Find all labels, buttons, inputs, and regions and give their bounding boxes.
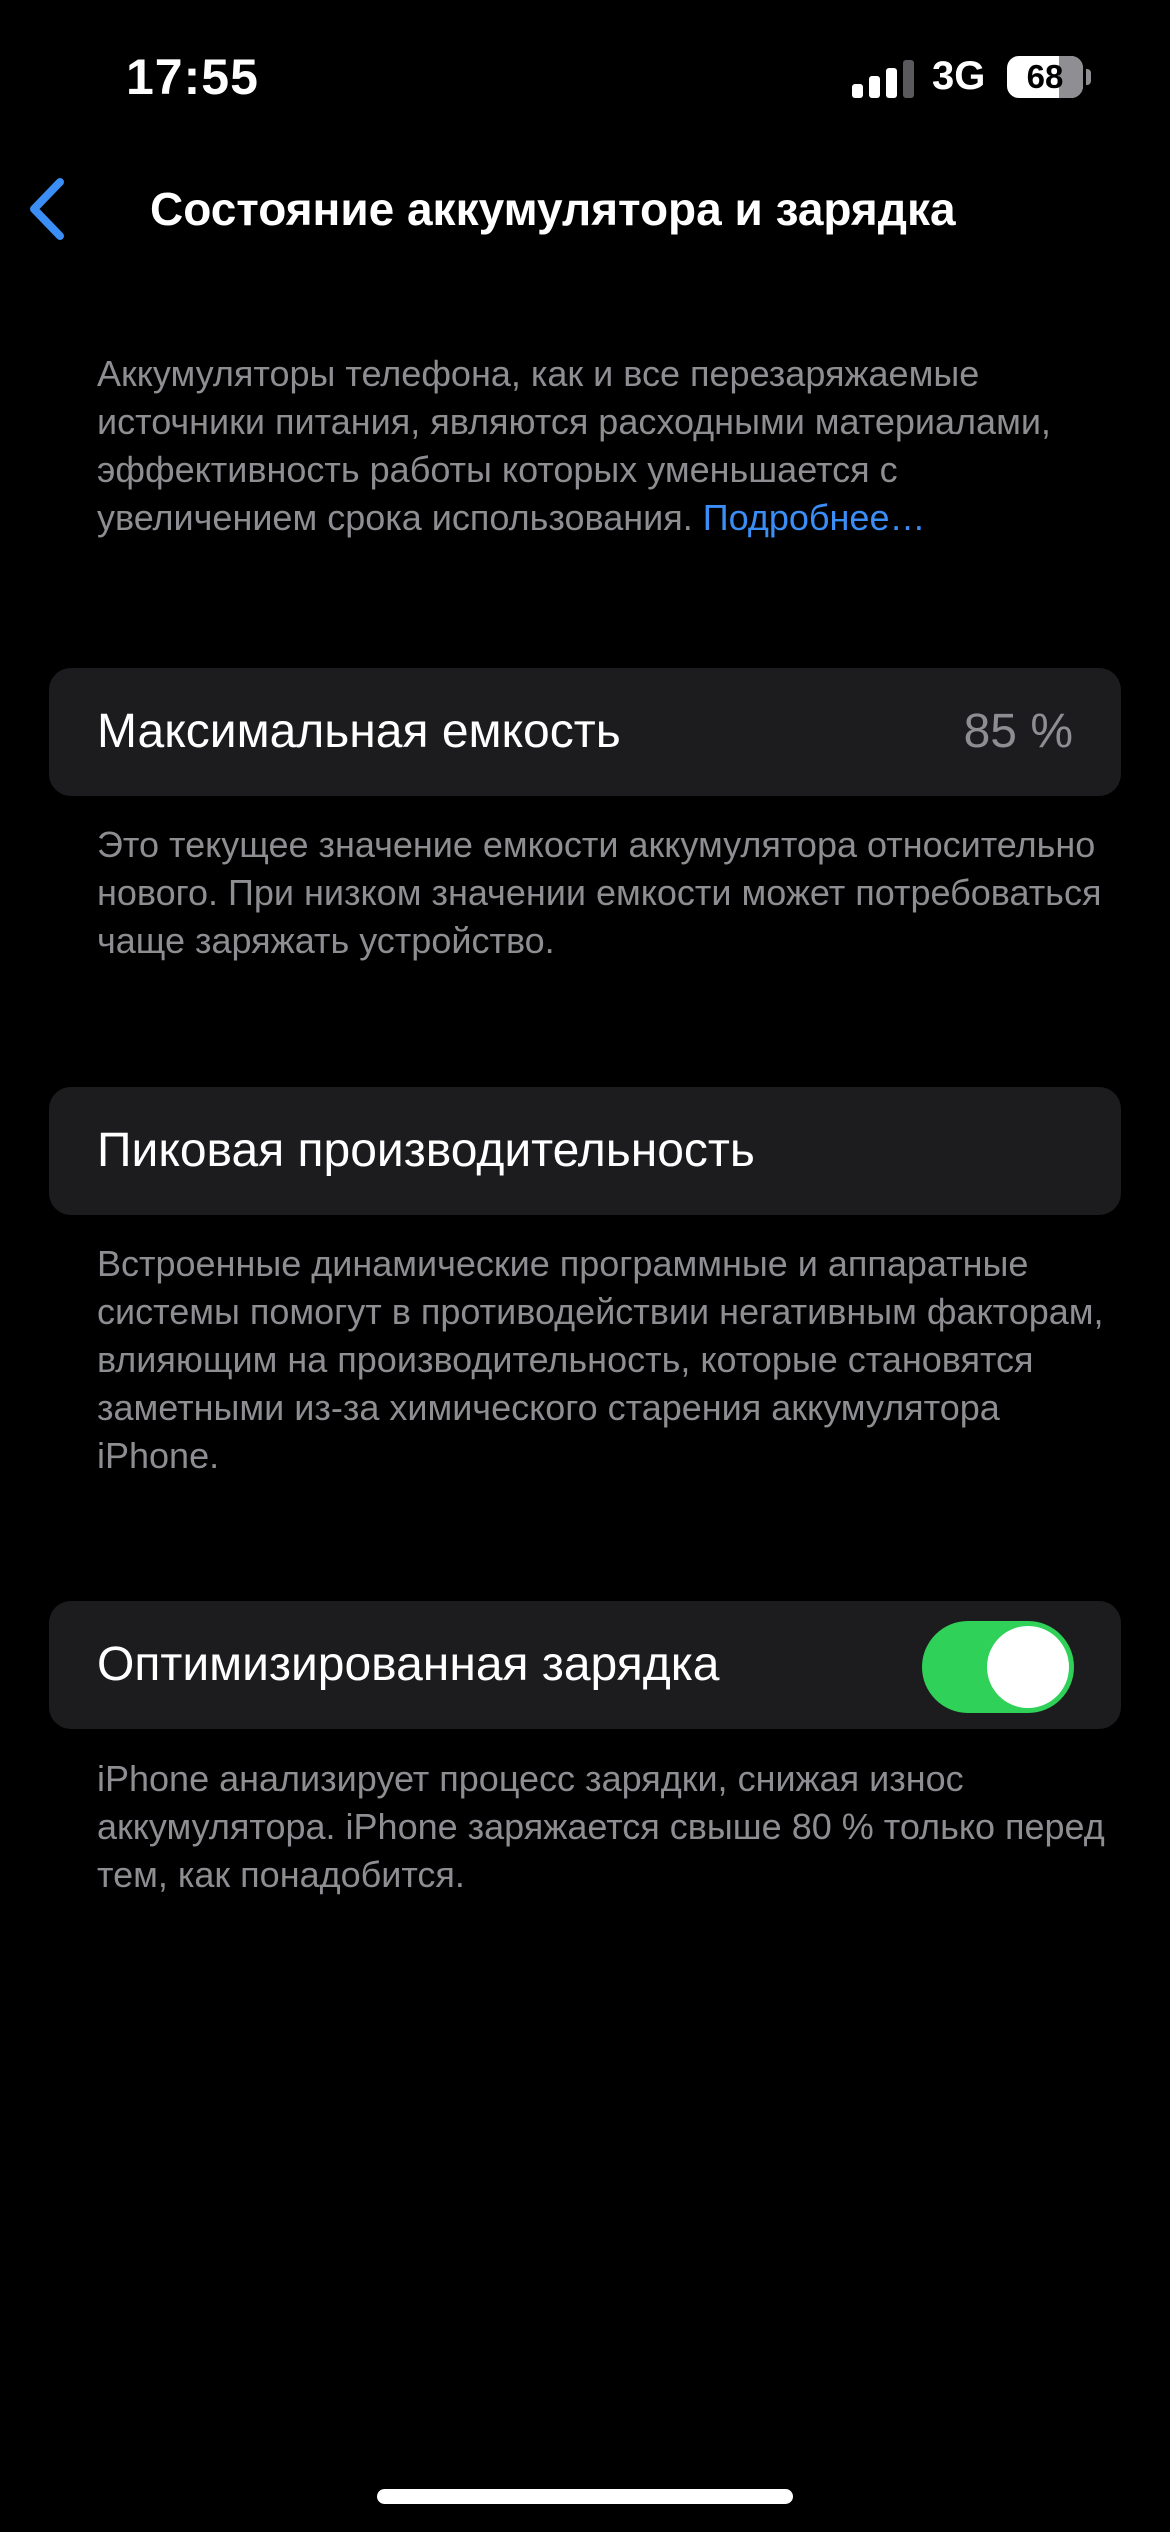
chevron-left-icon xyxy=(30,178,64,240)
toggle-knob xyxy=(987,1626,1069,1708)
optimized-charging-description: iPhone анализирует процесс зарядки, сниж… xyxy=(97,1758,1105,1895)
navigation-bar: Состояние аккумулятора и зарядка xyxy=(0,160,1170,260)
max-capacity-label: Максимальная емкость xyxy=(97,705,621,758)
intro-description: Аккумуляторы телефона, как и все перезар… xyxy=(97,350,1117,542)
back-button[interactable] xyxy=(20,174,80,244)
page-title: Состояние аккумулятора и зарядка xyxy=(150,183,956,235)
signal-bar-4 xyxy=(903,60,914,98)
max-capacity-cell: Максимальная емкость 85 % xyxy=(49,668,1121,796)
status-time: 17:55 xyxy=(126,49,259,105)
max-capacity-description: Это текущее значение емкости аккумулятор… xyxy=(97,824,1102,961)
battery-level: 68 xyxy=(1026,58,1064,95)
signal-bar-3 xyxy=(886,68,897,98)
cellular-signal-icon xyxy=(852,60,916,98)
home-indicator[interactable] xyxy=(377,2489,793,2504)
peak-performance-description: Встроенные динамические программные и ап… xyxy=(97,1243,1104,1476)
optimized-charging-cell: Оптимизированная зарядка xyxy=(49,1601,1121,1729)
signal-bar-1 xyxy=(852,84,863,98)
battery-nub xyxy=(1086,69,1091,85)
optimized-charging-toggle[interactable] xyxy=(922,1621,1074,1713)
signal-bar-2 xyxy=(869,76,880,98)
status-bar: 17:55 3G 68 xyxy=(0,0,1170,150)
max-capacity-value: 85 % xyxy=(963,705,1073,758)
peak-performance-cell: Пиковая производительность xyxy=(49,1087,1121,1215)
peak-performance-label: Пиковая производительность xyxy=(97,1124,755,1177)
battery-icon: 68 xyxy=(1007,56,1083,98)
learn-more-link[interactable]: Подробнее… xyxy=(703,497,926,538)
optimized-charging-label: Оптимизированная зарядка xyxy=(97,1638,720,1691)
network-type: 3G xyxy=(932,54,986,98)
